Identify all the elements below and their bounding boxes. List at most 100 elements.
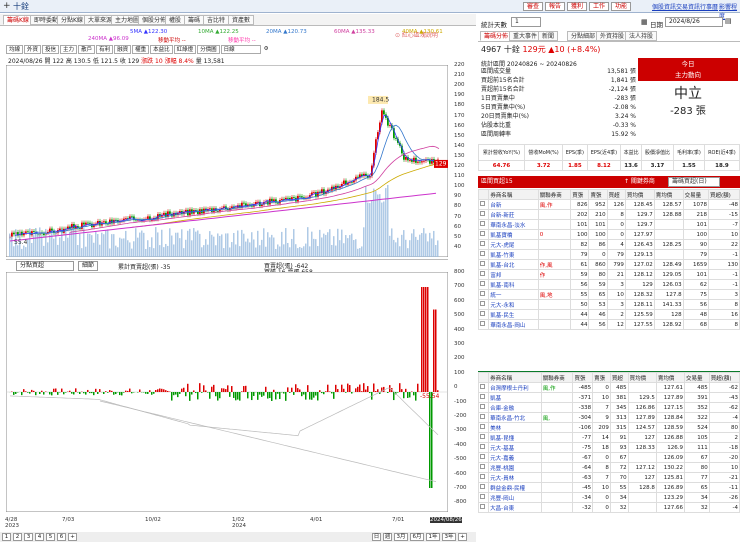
stat-days-select[interactable]: 1 — [511, 17, 541, 27]
calendar-picker-icon[interactable]: ▤ — [725, 17, 732, 25]
page-tab[interactable]: 4 — [35, 533, 44, 541]
table-row[interactable]: 凱基-台北 作,風 61 860 799 127.02 128.49 1659 130 — [477, 259, 740, 270]
table-cell[interactable]: 凱基-昆懂 — [488, 432, 542, 443]
column-header[interactable]: 買超 — [609, 372, 629, 383]
tab[interactable]: 籌碼 — [184, 15, 205, 25]
column-header[interactable]: 賣張 — [588, 189, 608, 200]
column-header[interactable]: 買張 — [572, 372, 594, 383]
table-row[interactable]: 華南永昌-竹北 風, -304 9 313 127.89 128.84 322 -4 — [477, 412, 740, 423]
row-checkbox[interactable] — [480, 434, 485, 439]
table-row[interactable]: 元大-員林 -63 7 70 127 125.81 77 -21 — [477, 472, 740, 483]
table-row[interactable]: 元大-虎尾 82 86 4 126.43 128.25 90 22 — [477, 239, 740, 250]
table-cell[interactable]: 台新-新莊 — [488, 209, 539, 220]
table-cell[interactable]: 凱基-台北 — [488, 259, 539, 270]
period-day[interactable]: 日 — [372, 533, 381, 541]
table-row[interactable]: 合庫-金融 -338 7 345 126.86 127.15 352 -62 — [477, 402, 740, 413]
table-row[interactable]: 台新 風,作 826 952 126 128.45 128.57 1078 -48 — [477, 199, 740, 210]
table-row[interactable]: 華南永昌-淡水 101 101 0 129.7 101 -7 — [477, 219, 740, 230]
column-header[interactable]: 買均價 — [627, 372, 657, 383]
table-row[interactable]: 元大-基基 -75 18 93 128.33 126.9 111 -18 — [477, 442, 740, 453]
table-cell[interactable]: 凱基 — [488, 392, 542, 403]
detail-button[interactable]: 細節 — [78, 261, 99, 271]
table-row[interactable]: 凱基 -371 10 381 129.5 127.89 391 -43 — [477, 392, 740, 403]
row-checkbox[interactable] — [480, 291, 485, 296]
row-checkbox[interactable] — [480, 394, 485, 399]
row-checkbox[interactable] — [480, 211, 485, 216]
table-cell[interactable]: 台新 — [488, 199, 539, 210]
row-checkbox[interactable] — [480, 301, 485, 306]
tab[interactable]: 分點K線 — [57, 15, 87, 25]
page-tab[interactable]: 1 — [2, 533, 11, 541]
tool-button[interactable]: 投信 — [42, 45, 60, 54]
table-cell[interactable]: 群益金鼎-民權 — [488, 482, 542, 493]
period-1y[interactable]: 1年 — [426, 533, 440, 541]
tab[interactable]: 吉比特 — [203, 15, 230, 25]
table-row[interactable]: 群益金鼎-民權 -45 10 55 128.8 126.89 65 -11 — [477, 482, 740, 493]
buy-select[interactable]: 籌碼買超(日) — [668, 177, 720, 187]
column-header[interactable]: 交易量 — [682, 189, 710, 200]
chip-tab[interactable]: 籌碼分佈 — [480, 31, 513, 41]
table-cell[interactable]: 華南永昌-竹北 — [488, 412, 542, 423]
tool-button[interactable]: 紅綠燈 — [173, 45, 197, 54]
page-tab[interactable]: 2 — [13, 533, 22, 541]
row-checkbox[interactable] — [480, 474, 485, 479]
table-row[interactable]: 凱基-南科 56 59 3 129 126.03 62 -1 — [477, 279, 740, 290]
tab-kline[interactable]: 籌碼K線 — [3, 15, 33, 25]
table-row[interactable]: 統一 風,地 55 65 10 128.32 127.8 75 3 — [477, 289, 740, 300]
row-checkbox[interactable] — [480, 311, 485, 316]
column-header[interactable]: 買超 — [606, 189, 626, 200]
table-cell[interactable]: 凱基寶橋 — [488, 229, 539, 240]
top-link[interactable]: 行事曆 — [700, 2, 718, 11]
tool-button[interactable]: 本益比 — [150, 45, 173, 54]
row-checkbox[interactable] — [480, 444, 485, 449]
tool-button[interactable]: 有利 — [96, 45, 114, 54]
row-checkbox[interactable] — [480, 494, 485, 499]
row-checkbox[interactable] — [480, 454, 485, 459]
table-row[interactable]: 兆豐-岡山 -34 0 34 123.29 34 -26 — [477, 492, 740, 503]
table-row[interactable]: 富邦作 59 80 21 128.12 129.05 101 -1 — [477, 269, 740, 280]
table-cell[interactable]: 元大-嘉義 — [488, 452, 542, 463]
tool-button[interactable]: 主力 — [60, 45, 78, 54]
row-checkbox[interactable] — [480, 484, 485, 489]
price-chart[interactable]: 184.5 55.4 129 — [6, 65, 448, 257]
row-checkbox[interactable] — [480, 251, 485, 256]
table-cell[interactable]: 台灣摩根士丹利 — [488, 382, 542, 393]
column-header[interactable]: 賣均價 — [655, 372, 686, 383]
table-cell[interactable]: 凱基-竹東 — [488, 249, 539, 260]
period-6m[interactable]: 6月 — [410, 533, 424, 541]
top-button[interactable]: 功能 — [611, 2, 632, 11]
row-checkbox[interactable] — [480, 221, 485, 226]
period-3y[interactable]: 3年 — [442, 533, 456, 541]
row-checkbox[interactable] — [480, 384, 485, 389]
table-cell[interactable]: 凱基-民生 — [488, 309, 539, 320]
top-link[interactable]: 交易資訊 — [676, 2, 700, 11]
table-row[interactable]: 元大-嘉義 -67 0 67 126.09 67 -20 — [477, 452, 740, 463]
tool-button[interactable]: 散戶 — [78, 45, 96, 54]
column-header[interactable]: 券商名稱 — [488, 372, 542, 383]
zoom-button[interactable]: + — [458, 533, 467, 541]
column-header[interactable]: 券商名稱 — [488, 189, 539, 200]
column-header[interactable]: 關聯券商 — [537, 189, 572, 200]
row-checkbox[interactable] — [480, 424, 485, 429]
row-checkbox[interactable] — [480, 321, 485, 326]
column-header[interactable]: 買張 — [570, 189, 590, 200]
table-cell[interactable]: 兆豐-岡山 — [488, 492, 542, 503]
row-checkbox[interactable] — [480, 414, 485, 419]
top-button[interactable]: 審查 — [523, 2, 544, 11]
row-checkbox[interactable] — [480, 241, 485, 246]
broker-chart[interactable]: -55.54 — [6, 272, 448, 512]
table-cell[interactable]: 富邦 — [488, 269, 539, 280]
row-checkbox[interactable] — [480, 504, 485, 509]
column-header[interactable]: 關聯券商 — [540, 372, 574, 383]
table-cell[interactable]: 凱基-南科 — [488, 279, 539, 290]
column-header[interactable]: 買超(額) — [708, 372, 740, 383]
page-tab[interactable]: 3 — [24, 533, 33, 541]
table-row[interactable]: 台灣摩根士丹利 風,作 -485 0 485 127.61 485 -62 — [477, 382, 740, 393]
lower-select[interactable]: 分點買超 — [16, 261, 74, 271]
chip-tab[interactable]: 新聞 — [538, 31, 559, 41]
add-icon[interactable]: + — [3, 1, 11, 11]
tool-button[interactable]: 分價圖 — [197, 45, 220, 54]
row-checkbox[interactable] — [480, 261, 485, 266]
table-cell[interactable]: 合庫-金融 — [488, 402, 542, 413]
tool-button[interactable]: 外資 — [24, 45, 42, 54]
